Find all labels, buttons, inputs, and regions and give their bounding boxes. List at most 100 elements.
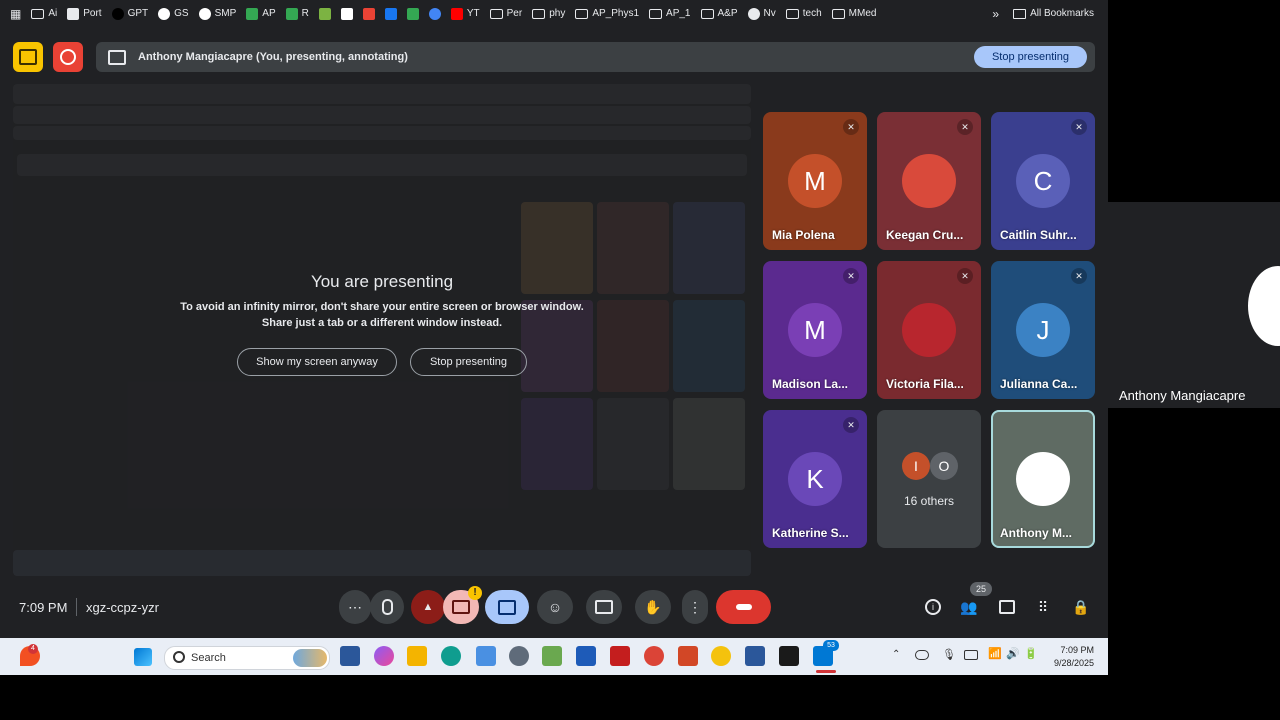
participant-tile[interactable]: K Katherine S... ✕ [763, 410, 867, 548]
bookmark-ai[interactable]: Ai [31, 8, 57, 20]
chevron-up-icon[interactable]: ⌃ [892, 649, 900, 660]
present-now-button[interactable] [485, 590, 529, 624]
participant-tile[interactable]: M Madison La... ✕ [763, 261, 867, 399]
bookmark-r[interactable]: R [285, 7, 309, 20]
reactions-button[interactable]: ☺ [537, 590, 573, 624]
bookmark-ap[interactable]: AP [246, 7, 276, 20]
copilot-icon[interactable] [374, 646, 394, 666]
participant-tile[interactable]: Anthony M... [991, 410, 1095, 548]
folder-icon [649, 8, 663, 19]
bookmark-nv[interactable]: Nv [747, 7, 776, 20]
microphone-button[interactable] [370, 590, 404, 624]
keyboard-icon[interactable] [964, 650, 978, 660]
stop-presenting-preview-button[interactable]: Stop presenting [410, 348, 527, 376]
bookmark-icon-7[interactable] [318, 7, 331, 20]
leave-call-button[interactable] [716, 590, 771, 624]
word-icon[interactable] [745, 646, 765, 666]
search-placeholder: Search [191, 652, 226, 664]
powerpoint-icon[interactable] [678, 646, 698, 666]
edge-icon[interactable] [441, 646, 461, 666]
microphone-icon[interactable]: 🎙 [942, 648, 956, 661]
captions-button[interactable] [586, 590, 622, 624]
annotate-button[interactable] [13, 42, 43, 72]
presenting-bar: Anthony Mangiacapre (You, presenting, an… [96, 42, 1095, 72]
chat-button[interactable] [996, 596, 1018, 618]
host-controls-button[interactable]: 🔒 [1070, 596, 1092, 618]
bookmark-phy[interactable]: phy [532, 8, 565, 20]
chat-icon [999, 600, 1015, 614]
chrome-icon[interactable] [644, 646, 664, 666]
bookmark-yt[interactable]: YT [450, 7, 480, 20]
app-icon[interactable] [576, 646, 596, 666]
dots-horizontal-icon: ⋯ [348, 598, 362, 615]
folder-icon [489, 8, 503, 19]
participant-tile[interactable]: M Mia Polena ✕ [763, 112, 867, 250]
app-icon[interactable] [711, 646, 731, 666]
bookmark-label: Port [83, 8, 102, 19]
bookmark-smp[interactable]: SMP [198, 7, 236, 20]
avatar [1016, 452, 1070, 506]
amazon-icon [340, 7, 353, 20]
bookmark-a-p[interactable]: A&P [700, 8, 738, 20]
presenter-name: Anthony Mangiacapre [1119, 388, 1246, 403]
bookmark-label: GS [174, 8, 189, 19]
image-app-icon[interactable] [542, 646, 562, 666]
bookmark-icon-12[interactable] [428, 7, 441, 20]
avatar: J [1016, 303, 1070, 357]
drive-icon [406, 7, 419, 20]
bookmark-mmed[interactable]: MMed [831, 8, 876, 20]
present-screen-icon [108, 49, 126, 65]
filezilla-icon[interactable] [610, 646, 630, 666]
taskbar-search[interactable]: Search [164, 646, 330, 670]
presenting-text: Anthony Mangiacapre (You, presenting, an… [138, 51, 408, 63]
taskbar-clock[interactable]: 7:09 PM 9/28/2025 [1048, 644, 1094, 670]
bookmark-gs[interactable]: GS [158, 7, 189, 20]
bookmark-gpt[interactable]: GPT [111, 7, 148, 20]
file-explorer-icon[interactable] [407, 646, 427, 666]
bookmark-label: A&P [717, 8, 738, 19]
more-actions-button[interactable]: ⋯ [339, 590, 371, 624]
camera-options-button[interactable]: ▲ [411, 590, 445, 624]
bookmark-icon-8[interactable] [340, 7, 353, 20]
bookmark-icon-11[interactable] [406, 7, 419, 20]
volume-icon[interactable]: 🔊 [1006, 647, 1020, 660]
snipping-tool-icon[interactable] [476, 646, 496, 666]
bookmark-tech[interactable]: tech [785, 8, 822, 20]
you-are-presenting-title: You are presenting [310, 272, 454, 291]
bookmark-port[interactable]: Port [67, 7, 102, 20]
record-button[interactable] [53, 42, 83, 72]
participant-tile[interactable]: Victoria Fila... ✕ [877, 261, 981, 399]
terminal-icon[interactable] [779, 646, 799, 666]
store-icon[interactable] [340, 646, 360, 666]
settings-gear-icon[interactable] [509, 646, 529, 666]
meeting-info-button[interactable]: i [922, 596, 944, 618]
participant-tile[interactable]: J Julianna Ca... ✕ [991, 261, 1095, 399]
bookmark-ap-phys1[interactable]: AP_Phys1 [575, 8, 639, 20]
bookmark-per[interactable]: Per [489, 8, 522, 20]
bookmark-icon-10[interactable] [384, 7, 397, 20]
bookmark-icon-9[interactable] [362, 7, 375, 20]
bookmark-label: Ai [48, 8, 58, 19]
participant-tile[interactable]: Keegan Cru... ✕ [877, 112, 981, 250]
participant-tile[interactable]: C Caitlin Suhr... ✕ [991, 112, 1095, 250]
windows-start-icon[interactable] [134, 648, 152, 666]
battery-icon[interactable]: 🔋 [1024, 647, 1038, 660]
apps-grid-icon[interactable]: ▦ [10, 7, 21, 21]
microphone-icon [381, 599, 393, 615]
raise-hand-button[interactable]: ✋ [635, 590, 671, 624]
more-bookmarks-button[interactable]: » [992, 7, 999, 21]
others-tile[interactable]: I O 16 others [877, 410, 981, 548]
people-button[interactable]: 👥 [958, 596, 980, 618]
mic-off-icon: ✕ [1071, 268, 1087, 284]
cloud-icon[interactable] [915, 650, 929, 660]
mic-off-icon: ✕ [1071, 119, 1087, 135]
wifi-icon[interactable]: 📶 [988, 647, 1002, 660]
more-options-button[interactable]: ⋮ [682, 590, 708, 624]
activities-button[interactable]: ⠿ [1032, 596, 1054, 618]
all-bookmarks-button[interactable]: All Bookmarks [1013, 8, 1094, 19]
show-screen-anyway-button[interactable]: Show my screen anyway [237, 348, 397, 376]
lock-person-icon: 🔒 [1072, 598, 1090, 615]
participant-name: Victoria Fila... [886, 377, 964, 391]
bookmark-ap-1[interactable]: AP_1 [649, 8, 691, 20]
stop-presenting-button[interactable]: Stop presenting [973, 46, 1087, 68]
